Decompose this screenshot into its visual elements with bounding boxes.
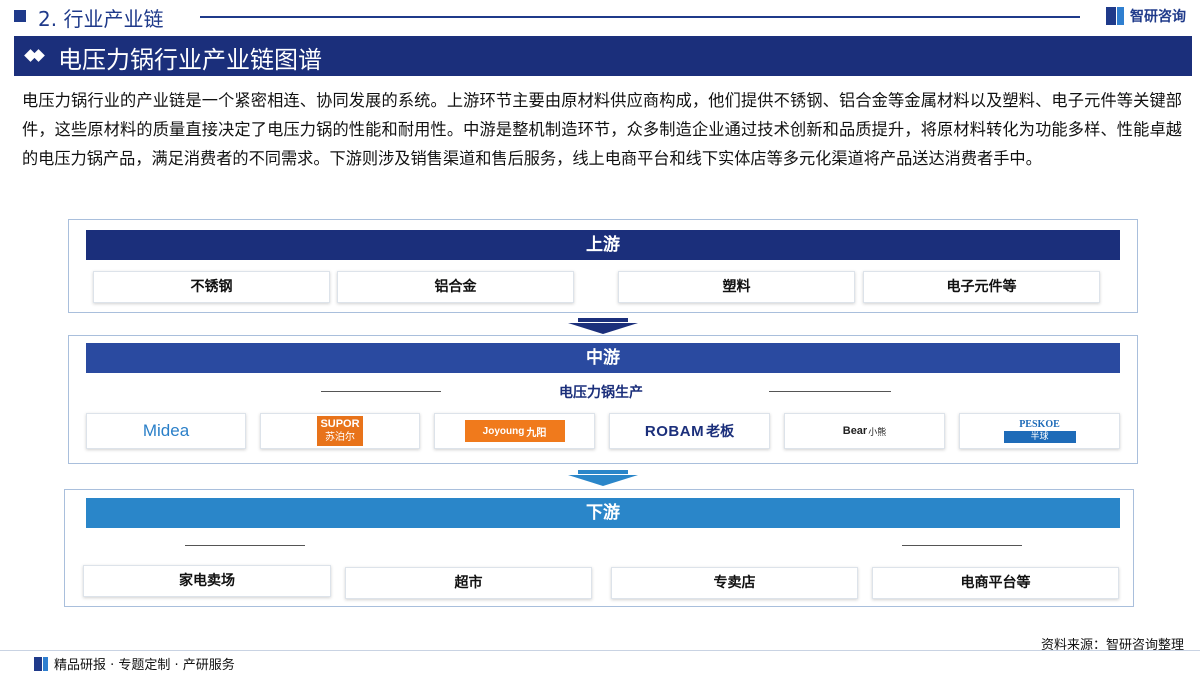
brand-name: 智研咨询 bbox=[1130, 9, 1186, 25]
downstream-item: 电商平台等 bbox=[872, 567, 1119, 599]
upstream-item: 铝合金 bbox=[337, 271, 574, 303]
brand-logo-bear: Bear 小熊 bbox=[784, 413, 945, 449]
downstream-header: 下游 bbox=[86, 498, 1120, 528]
upstream-item: 塑料 bbox=[618, 271, 855, 303]
brand-logo-peskoe: PESKOE 半球 bbox=[959, 413, 1120, 449]
brand-logo-supor: SUPOR 苏泊尔 bbox=[260, 413, 420, 449]
footer-divider bbox=[0, 650, 1200, 651]
upstream-item: 不锈钢 bbox=[93, 271, 330, 303]
footer-logo-icon bbox=[34, 656, 48, 671]
divider-line bbox=[321, 391, 441, 392]
downstream-item: 超市 bbox=[345, 567, 592, 599]
brand: 智研咨询 bbox=[1106, 6, 1186, 26]
footer-tagline: 精品研报 · 专题定制 · 产研服务 bbox=[34, 654, 235, 673]
down-arrow-icon bbox=[568, 318, 638, 334]
downstream-tier: 下游 家电卖场 超市 专卖店 电商平台等 bbox=[64, 489, 1134, 607]
upstream-tier: 上游 不锈钢 铝合金 塑料 电子元件等 bbox=[68, 219, 1138, 313]
tagline-text: 精品研报 · 专题定制 · 产研服务 bbox=[54, 658, 235, 673]
brand-logo-robam: ROBAM 老板 bbox=[609, 413, 770, 449]
downstream-item: 家电卖场 bbox=[83, 565, 331, 597]
upstream-header: 上游 bbox=[86, 230, 1120, 260]
brand-logo-midea: Midea bbox=[86, 413, 246, 449]
midstream-header: 中游 bbox=[86, 343, 1120, 373]
midstream-subtitle: 电压力锅生产 bbox=[559, 385, 643, 401]
divider-line bbox=[769, 391, 891, 392]
down-arrow-icon bbox=[568, 470, 638, 486]
section-marker-icon bbox=[14, 10, 26, 22]
divider-line bbox=[902, 545, 1022, 546]
page-title: 电压力锅行业产业链图谱 bbox=[58, 46, 322, 74]
section-heading: 2. 行业产业链 bbox=[38, 7, 164, 31]
brand-logo-joyoung: Joyoung 九阳 bbox=[434, 413, 595, 449]
intro-paragraph: 电压力锅行业的产业链是一个紧密相连、协同发展的系统。上游环节主要由原材料供应商构… bbox=[22, 91, 1182, 168]
top-bar: 2. 行业产业链 智研咨询 bbox=[0, 0, 1200, 32]
upstream-item: 电子元件等 bbox=[863, 271, 1100, 303]
midstream-tier: 中游 电压力锅生产 Midea SUPOR 苏泊尔 Joyoung 九阳 ROB… bbox=[68, 335, 1138, 464]
divider-line bbox=[185, 545, 305, 546]
downstream-item: 专卖店 bbox=[611, 567, 858, 599]
diamond-icon bbox=[24, 49, 45, 63]
header-divider bbox=[200, 16, 1080, 18]
brand-logo-icon bbox=[1106, 7, 1124, 25]
title-bar: 电压力锅行业产业链图谱 bbox=[14, 36, 1192, 76]
